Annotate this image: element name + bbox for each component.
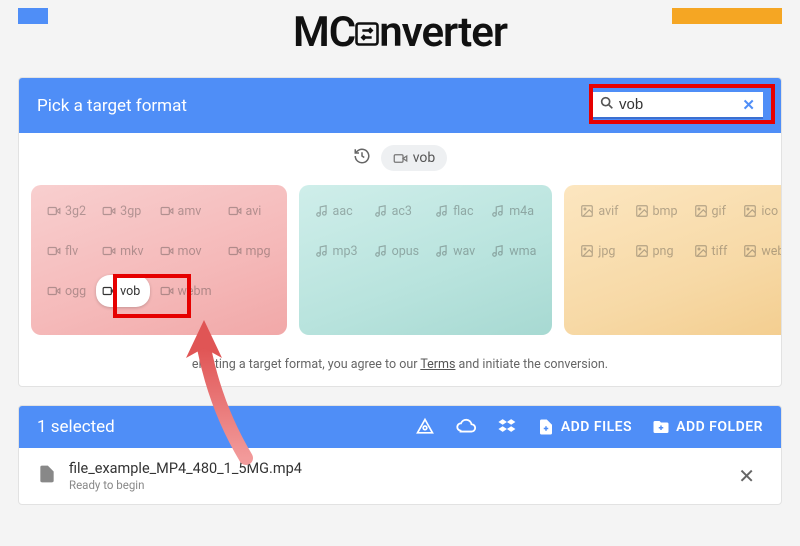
add-folder-label: ADD FOLDER (676, 419, 763, 435)
cloud-source-1-button[interactable] (415, 417, 435, 437)
format-wav[interactable]: wav (429, 235, 481, 267)
format-gif[interactable]: gif (688, 195, 734, 227)
format-ac3[interactable]: ac3 (368, 195, 426, 227)
format-mpg[interactable]: mpg (222, 235, 277, 267)
add-folder-button[interactable]: ADD FOLDER (652, 418, 763, 436)
format-avi[interactable]: avi (222, 195, 277, 227)
logo-text-2: nverter (379, 8, 507, 57)
audio-formats-group: aacac3flacm4a mp3opuswavwma (299, 185, 553, 335)
format-search-input[interactable] (615, 94, 740, 115)
file-status: Ready to begin (69, 478, 302, 492)
recent-format-label: vob (413, 150, 436, 166)
recent-formats-row: vob (19, 133, 781, 179)
file-icon (37, 464, 57, 488)
terms-link[interactable]: Terms (420, 357, 455, 372)
format-png[interactable]: png (629, 235, 684, 267)
dropbox-icon (497, 417, 517, 437)
format-flv[interactable]: flv (41, 235, 92, 267)
format-wma[interactable]: wma (485, 235, 542, 267)
format-picker-header: Pick a target format ✕ (19, 78, 781, 133)
file-info: file_example_MP4_480_1_5MG.mp4 Ready to … (69, 460, 302, 492)
video-formats-group: 3g23gpamvavi flvmkvmovmpg oggvobwebm (31, 185, 287, 335)
format-ico[interactable]: ico (737, 195, 782, 227)
file-row: file_example_MP4_480_1_5MG.mp4 Ready to … (19, 448, 781, 504)
agreement-text: electing a target format, you agree to o… (19, 349, 781, 386)
format-avif[interactable]: avif (574, 195, 624, 227)
format-webp[interactable]: webp (737, 235, 782, 267)
selected-count: 1 selected (37, 417, 115, 437)
format-m4a[interactable]: m4a (485, 195, 542, 227)
top-accent-orange (672, 8, 782, 24)
format-jpg[interactable]: jpg (574, 235, 624, 267)
add-files-label: ADD FILES (561, 419, 632, 435)
agree-suffix: and initiate the conversion. (455, 357, 608, 372)
search-icon (599, 95, 615, 115)
format-search[interactable]: ✕ (593, 92, 763, 119)
video-icon (393, 151, 408, 166)
file-plus-icon (537, 418, 555, 436)
dropbox-button[interactable] (497, 417, 517, 437)
format-mkv[interactable]: mkv (96, 235, 149, 267)
cloud-icon (455, 416, 477, 438)
format-tiff[interactable]: tiff (688, 235, 734, 267)
format-opus[interactable]: opus (368, 235, 426, 267)
queue-header: 1 selected ADD FILES ADD FOLDER (19, 406, 781, 448)
format-bmp[interactable]: bmp (629, 195, 684, 227)
folder-plus-icon (652, 418, 670, 436)
format-3g2[interactable]: 3g2 (41, 195, 92, 227)
agree-prefix: electing a target format, you agree to o… (192, 357, 420, 372)
queue-actions: ADD FILES ADD FOLDER (415, 416, 763, 438)
format-mp3[interactable]: mp3 (309, 235, 364, 267)
format-flac[interactable]: flac (429, 195, 481, 227)
format-amv[interactable]: amv (154, 195, 218, 227)
recent-format-chip[interactable]: vob (381, 145, 448, 171)
format-3gp[interactable]: 3gp (96, 195, 149, 227)
logo-text-1: MC (293, 8, 355, 57)
queue-card: 1 selected ADD FILES ADD FOLDER (18, 405, 782, 505)
format-ogg[interactable]: ogg (41, 275, 92, 307)
app-logo: MC nverter (18, 8, 782, 59)
format-webm[interactable]: webm (154, 275, 218, 307)
format-picker-title: Pick a target format (37, 96, 187, 116)
clear-search-icon[interactable]: ✕ (740, 96, 757, 114)
add-files-button[interactable]: ADD FILES (537, 418, 632, 436)
remove-file-button[interactable]: ✕ (730, 460, 763, 492)
swap-icon (353, 10, 381, 59)
top-accent-blue (18, 8, 48, 24)
format-mov[interactable]: mov (154, 235, 218, 267)
image-formats-group: avifbmpgifico jpgpngtiffwebp (564, 185, 782, 335)
file-name: file_example_MP4_480_1_5MG.mp4 (69, 460, 302, 477)
format-groups: 3g23gpamvavi flvmkvmovmpg oggvobwebm aacac… (19, 179, 781, 349)
triangle-cloud-icon (415, 417, 435, 437)
cloud-source-2-button[interactable] (455, 416, 477, 438)
history-icon (353, 147, 371, 169)
format-picker-card: Pick a target format ✕ vob 3g23gpamvavif… (18, 77, 782, 387)
format-aac[interactable]: aac (309, 195, 364, 227)
format-vob[interactable]: vob (96, 275, 149, 307)
